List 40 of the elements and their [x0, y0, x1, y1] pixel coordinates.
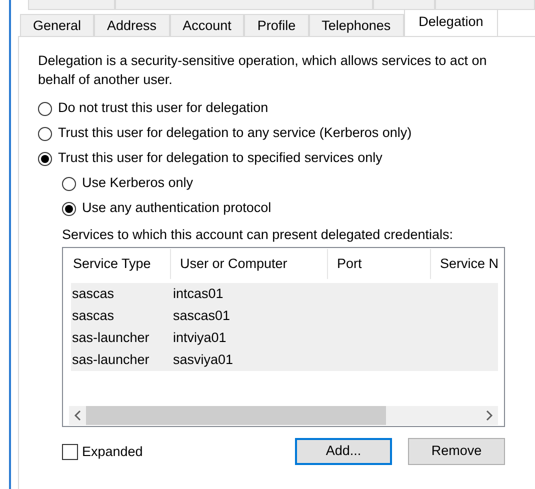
table-cell: sascas01	[173, 308, 230, 323]
table-row[interactable]: sascas intcas01	[71, 283, 498, 305]
table-row[interactable]: sas-launcher sasviya01	[71, 349, 498, 371]
table-cell: sas-launcher	[72, 330, 150, 345]
description-text: Delegation is a security-sensitive operation, which allows services to act on behalf of another user.	[38, 52, 488, 89]
tab[interactable]: Account	[170, 14, 244, 36]
table-cell: intviya01	[173, 330, 226, 345]
tab[interactable]: General	[20, 14, 94, 36]
table-cell: sas-launcher	[72, 352, 150, 367]
tab[interactable]: Profile	[244, 14, 309, 36]
radio-button[interactable]	[38, 102, 52, 116]
column-header[interactable]: Service N	[431, 249, 505, 279]
column-header[interactable]: Port	[328, 249, 431, 279]
radio-button[interactable]	[38, 126, 52, 140]
table-cell: sascas	[72, 286, 114, 301]
option-label: Do not trust this user for delegation	[58, 99, 268, 118]
table-row[interactable]: sas-launcher intviya01	[71, 327, 498, 349]
table-cell: intcas01	[173, 286, 224, 301]
tab[interactable]: Delegation	[404, 9, 498, 36]
option-label: Trust this user for delegation to specified services only	[58, 149, 382, 168]
table-row[interactable]: sascas sascas01	[71, 305, 498, 327]
column-header[interactable]: User or Computer	[171, 249, 328, 279]
action-button[interactable]: Add...	[295, 438, 392, 465]
radio-button[interactable]	[38, 152, 52, 166]
horizontal-scrollbar[interactable]	[69, 406, 498, 425]
radio-button[interactable]	[62, 176, 76, 190]
option-label: Use Kerberos only	[82, 174, 194, 192]
services-label: Services to which this account can present delegated credentials:	[62, 226, 454, 244]
scroll-thumb[interactable]	[86, 406, 386, 425]
tab[interactable]: Telephones	[308, 14, 404, 36]
radio-button[interactable]	[62, 202, 76, 216]
expanded-checkbox[interactable]	[62, 444, 78, 460]
option-label: Trust this user for delegation to any service (Kerberos only)	[58, 124, 412, 142]
expanded-label: Expanded	[82, 443, 143, 461]
column-header[interactable]: Service Type	[64, 249, 171, 279]
tab[interactable]: Address	[94, 14, 170, 36]
table-cell: sascas	[72, 308, 114, 323]
action-button[interactable]: Remove	[408, 438, 505, 465]
table-cell: sasviya01	[173, 352, 234, 367]
option-label: Use any authentication protocol	[82, 199, 272, 218]
